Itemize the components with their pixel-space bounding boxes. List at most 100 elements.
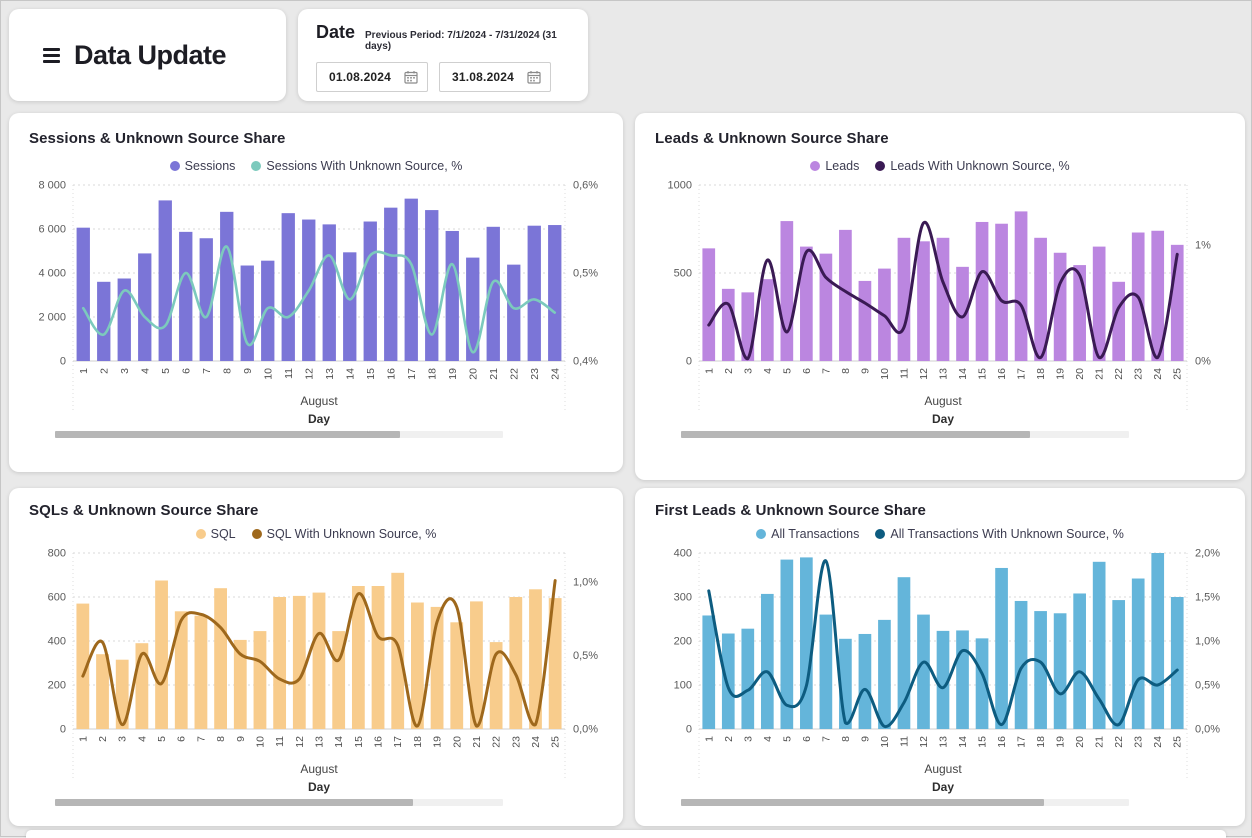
sessions-chart-canvas[interactable]: 02 0004 0006 0008 0000,4%0,5%0,6%1234567… bbox=[21, 175, 611, 427]
svg-text:10: 10 bbox=[879, 736, 891, 748]
svg-text:22: 22 bbox=[1113, 368, 1125, 380]
scrollbar-thumb[interactable] bbox=[55, 799, 413, 806]
svg-text:13: 13 bbox=[314, 736, 326, 748]
scrollbar-thumb[interactable] bbox=[681, 799, 1044, 806]
legend-label: Leads bbox=[825, 159, 859, 173]
first-leads-chart-canvas[interactable]: 01002003004000,0%0,5%1,0%1,5%2,0%1234567… bbox=[647, 543, 1233, 795]
svg-text:5: 5 bbox=[160, 368, 172, 374]
svg-text:0,4%: 0,4% bbox=[573, 356, 598, 368]
chart-legend: SQL SQL With Unknown Source, % bbox=[9, 527, 623, 541]
svg-text:0,5%: 0,5% bbox=[573, 650, 598, 662]
hamburger-menu-icon[interactable] bbox=[43, 48, 60, 63]
svg-text:19: 19 bbox=[1055, 736, 1067, 748]
svg-text:7: 7 bbox=[201, 368, 213, 374]
chart-scrollbar[interactable] bbox=[681, 799, 1129, 806]
svg-text:20: 20 bbox=[467, 368, 479, 380]
svg-text:13: 13 bbox=[324, 368, 336, 380]
chart-title: Sessions & Unknown Source Share bbox=[29, 130, 603, 147]
svg-text:10: 10 bbox=[879, 368, 891, 380]
svg-text:11: 11 bbox=[274, 736, 286, 747]
svg-text:Day: Day bbox=[308, 780, 330, 794]
svg-text:8: 8 bbox=[215, 736, 227, 742]
svg-text:6: 6 bbox=[180, 368, 192, 374]
svg-text:8: 8 bbox=[840, 736, 852, 742]
svg-text:0,0%: 0,0% bbox=[1195, 724, 1220, 736]
scrollbar-thumb[interactable] bbox=[681, 431, 1030, 438]
series-color-dot bbox=[875, 529, 885, 539]
start-date-value: 01.08.2024 bbox=[329, 70, 391, 84]
svg-text:200: 200 bbox=[674, 636, 692, 648]
svg-text:0,6%: 0,6% bbox=[573, 180, 598, 192]
svg-text:19: 19 bbox=[432, 736, 444, 748]
svg-text:6: 6 bbox=[801, 736, 813, 742]
svg-text:6 000: 6 000 bbox=[38, 224, 66, 236]
chart-legend: Sessions Sessions With Unknown Source, % bbox=[9, 159, 623, 173]
chart-scrollbar[interactable] bbox=[55, 799, 503, 806]
svg-text:14: 14 bbox=[333, 736, 345, 748]
legend-label: Sessions With Unknown Source, % bbox=[266, 159, 462, 173]
legend-label: Sessions bbox=[185, 159, 236, 173]
svg-text:Day: Day bbox=[932, 780, 954, 794]
svg-text:1,0%: 1,0% bbox=[573, 577, 598, 589]
scrollbar-thumb[interactable] bbox=[55, 431, 400, 438]
sqls-chart-canvas[interactable]: 02004006008000,0%0,5%1,0%123456789101112… bbox=[21, 543, 611, 795]
svg-text:6: 6 bbox=[176, 736, 188, 742]
calendar-icon[interactable] bbox=[404, 70, 418, 84]
sessions-chart-card: Sessions & Unknown Source Share Sessions… bbox=[9, 113, 623, 472]
svg-text:400: 400 bbox=[48, 636, 66, 648]
leads-chart-canvas[interactable]: 050010000%1%1234567891011121314151617181… bbox=[647, 175, 1233, 427]
legend-label: SQL With Unknown Source, % bbox=[267, 527, 437, 541]
svg-text:Day: Day bbox=[932, 412, 954, 426]
series-color-dot bbox=[170, 161, 180, 171]
svg-text:17: 17 bbox=[1016, 736, 1028, 748]
legend-item-sql-unknown-pct[interactable]: SQL With Unknown Source, % bbox=[252, 527, 437, 541]
svg-text:24: 24 bbox=[549, 368, 561, 380]
svg-text:0: 0 bbox=[60, 724, 66, 736]
chart-title: First Leads & Unknown Source Share bbox=[655, 502, 1225, 519]
svg-text:1: 1 bbox=[703, 368, 715, 374]
svg-text:16: 16 bbox=[385, 368, 397, 380]
legend-label: Leads With Unknown Source, % bbox=[890, 159, 1069, 173]
start-date-input[interactable]: 01.08.2024 bbox=[316, 62, 428, 92]
svg-text:400: 400 bbox=[674, 548, 692, 560]
svg-text:11: 11 bbox=[898, 736, 910, 747]
svg-text:23: 23 bbox=[510, 736, 522, 748]
svg-text:15: 15 bbox=[353, 736, 365, 748]
svg-text:13: 13 bbox=[938, 736, 950, 748]
svg-text:4: 4 bbox=[762, 736, 774, 742]
legend-item-sessions-unknown-pct[interactable]: Sessions With Unknown Source, % bbox=[251, 159, 462, 173]
svg-text:22: 22 bbox=[491, 736, 503, 748]
svg-text:12: 12 bbox=[294, 736, 306, 748]
end-date-input[interactable]: 31.08.2024 bbox=[439, 62, 551, 92]
svg-text:23: 23 bbox=[1133, 736, 1145, 748]
chart-scrollbar[interactable] bbox=[681, 431, 1129, 438]
svg-text:1,5%: 1,5% bbox=[1195, 592, 1220, 604]
svg-text:600: 600 bbox=[48, 592, 66, 604]
legend-item-leads-unknown-pct[interactable]: Leads With Unknown Source, % bbox=[875, 159, 1069, 173]
legend-item-all-transactions-unknown-pct[interactable]: All Transactions With Unknown Source, % bbox=[875, 527, 1123, 541]
end-date-value: 31.08.2024 bbox=[452, 70, 514, 84]
svg-text:1000: 1000 bbox=[668, 180, 692, 192]
svg-text:12: 12 bbox=[303, 368, 315, 380]
svg-text:16: 16 bbox=[996, 368, 1008, 380]
calendar-icon[interactable] bbox=[527, 70, 541, 84]
legend-item-sessions[interactable]: Sessions bbox=[170, 159, 236, 173]
svg-text:2 000: 2 000 bbox=[38, 312, 66, 324]
first-leads-chart-card: First Leads & Unknown Source Share All T… bbox=[635, 488, 1245, 826]
svg-text:3: 3 bbox=[742, 368, 754, 374]
legend-item-leads[interactable]: Leads bbox=[810, 159, 859, 173]
chart-scrollbar[interactable] bbox=[55, 431, 503, 438]
svg-text:500: 500 bbox=[674, 268, 692, 280]
leads-chart-card: Leads & Unknown Source Share Leads Leads… bbox=[635, 113, 1245, 480]
legend-item-sql[interactable]: SQL bbox=[196, 527, 236, 541]
svg-text:1: 1 bbox=[77, 736, 89, 742]
svg-text:5: 5 bbox=[781, 368, 793, 374]
svg-text:1: 1 bbox=[703, 736, 715, 742]
svg-text:2: 2 bbox=[723, 368, 735, 374]
svg-text:2,0%: 2,0% bbox=[1195, 548, 1220, 560]
date-filter-card: Date Previous Period: 7/1/2024 - 7/31/20… bbox=[298, 9, 588, 101]
legend-item-all-transactions[interactable]: All Transactions bbox=[756, 527, 859, 541]
svg-text:17: 17 bbox=[406, 368, 418, 380]
svg-text:Day: Day bbox=[308, 412, 330, 426]
svg-text:0,5%: 0,5% bbox=[573, 268, 598, 280]
